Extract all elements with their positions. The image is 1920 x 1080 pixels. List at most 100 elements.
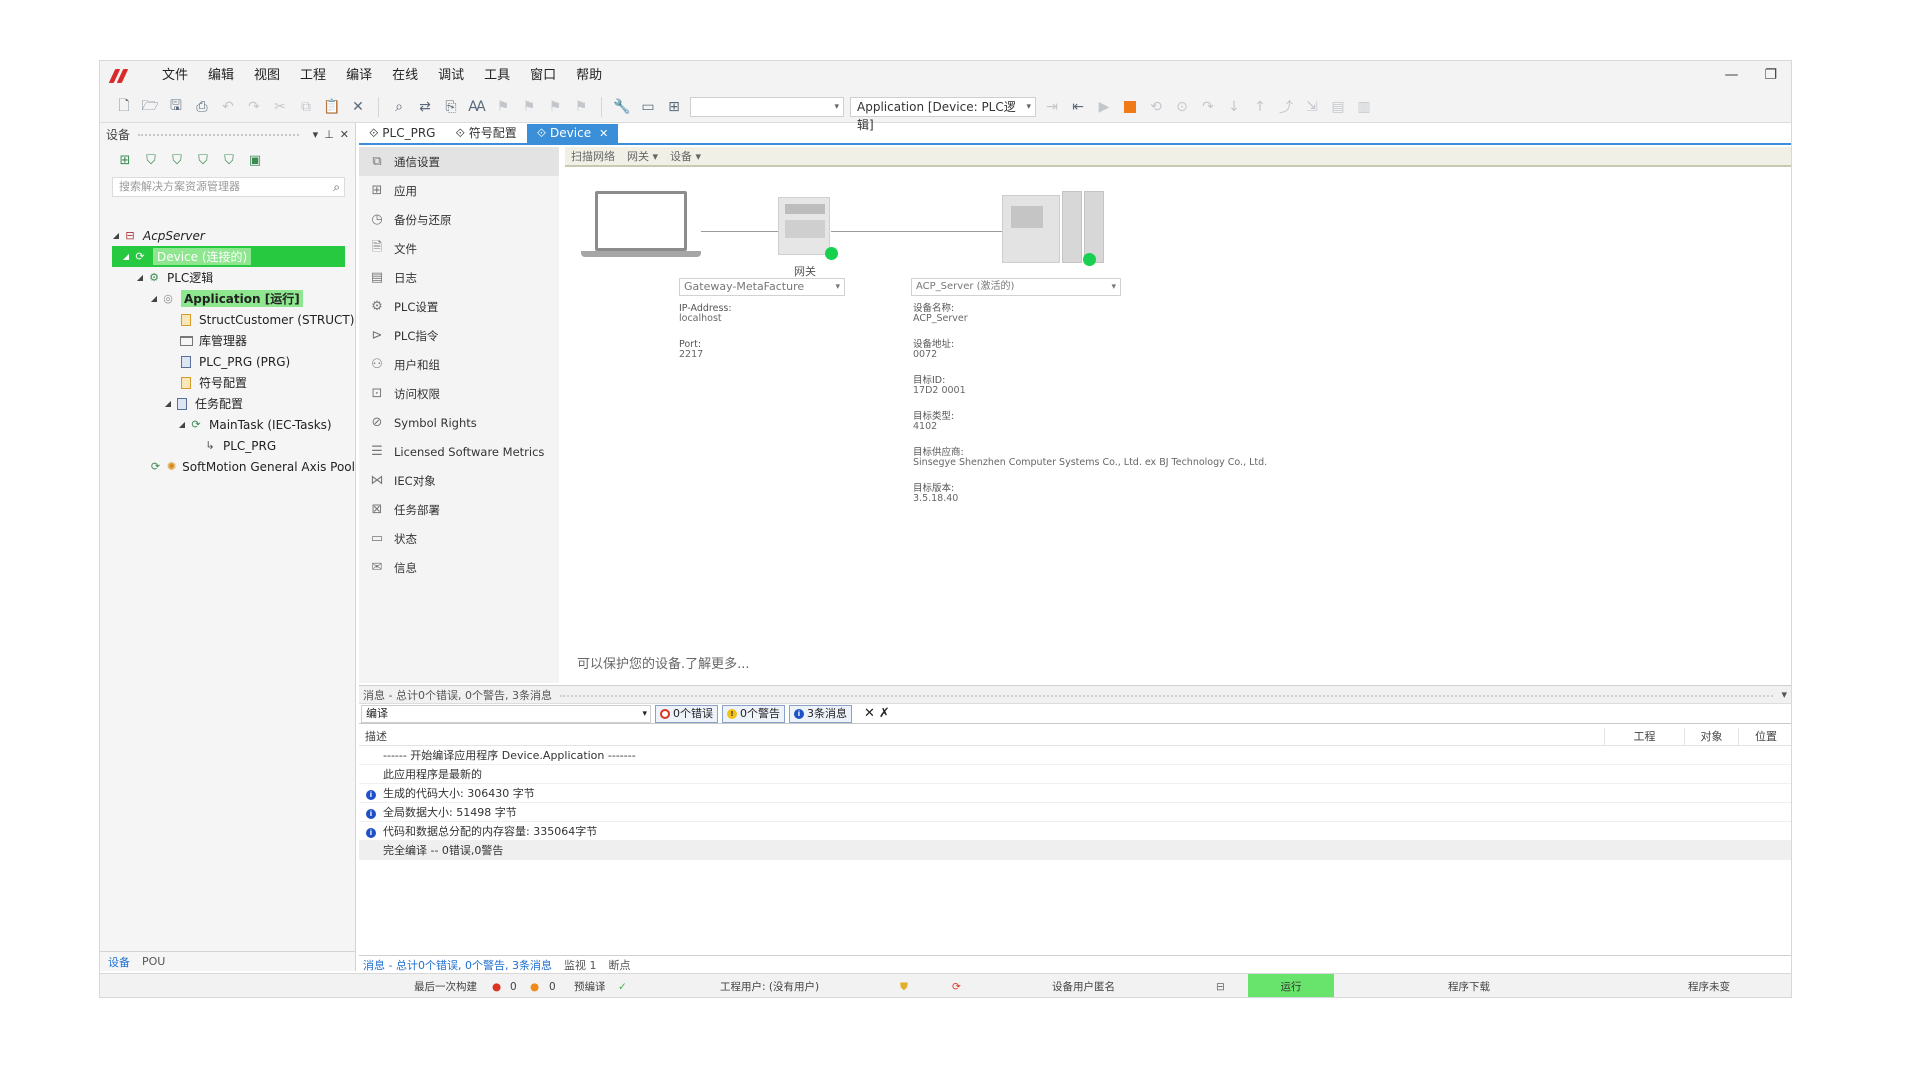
pane-menu-icon[interactable]: ▾ [1781,688,1787,701]
menu-help[interactable]: 帮助 [566,61,612,91]
filter-messages-button[interactable]: i 3条消息 [789,704,852,723]
menu-debug[interactable]: 调试 [428,61,474,91]
step-out-icon[interactable]: ↑ [1250,97,1270,117]
tab-devices[interactable]: 设备 [108,954,130,970]
delete-icon[interactable]: ✕ [348,97,368,117]
menu-file[interactable]: 文件 [152,61,198,91]
tree-node-symbol-config[interactable]: 符号配置 [100,372,355,393]
tree-node-plc-logic[interactable]: ◢ ⚙ PLC逻辑 [100,267,355,288]
filter-icon[interactable]: ⛉ [142,152,160,168]
filter-icon[interactable]: ⛉ [220,152,238,168]
column-project[interactable]: 工程 [1605,728,1685,745]
nav-information[interactable]: ✉ 信息 [359,553,559,582]
new-file-icon[interactable]: 🗋 [114,97,134,117]
tree-node-softmotion[interactable]: ⟳ ✺ SoftMotion General Axis Pool [100,456,355,477]
device-menu[interactable]: 设备 ▾ [670,148,701,164]
column-object[interactable]: 对象 [1685,728,1739,745]
bookmark-toggle-icon[interactable]: ⚑ [493,97,513,117]
window-icon[interactable]: ▭ [638,97,658,117]
nav-files[interactable]: 🗎 文件 [359,234,559,263]
reset-icon[interactable]: ⟲ [1146,97,1166,117]
step-into-icon[interactable]: ↓ [1224,97,1244,117]
nav-access-rights[interactable]: ⊡ 访问权限 [359,379,559,408]
wrench-icon[interactable]: 🔧 [612,97,632,117]
nav-iec-objects[interactable]: ⋈ IEC对象 [359,466,559,495]
bookmark-icon[interactable]: ⎘ [441,97,461,117]
view-icon[interactable]: ▣ [246,152,264,168]
gateway-menu[interactable]: 网关 ▾ [627,148,658,164]
gateway-combo[interactable]: Gateway-MetaFacture ▾ [679,278,845,296]
message-row[interactable]: 此应用程序是最新的 [359,765,1791,784]
tree-node-main-task[interactable]: ◢ ⟳ MainTask (IEC-Tasks) [100,414,355,435]
tree-node-device[interactable]: ◢ ⟳ Device (连接的) [112,246,345,267]
replace-icon[interactable]: ⇄ [415,97,435,117]
nav-license-metrics[interactable]: ☰ Licensed Software Metrics [359,437,559,466]
tab-device[interactable]: ⟐ Device ✕ [526,124,619,143]
filter-errors-button[interactable]: 0个错误 [655,704,718,723]
open-folder-icon[interactable]: 🗁 [140,97,160,117]
close-tab-icon[interactable]: ✕ [599,127,608,140]
tree-node-task-config[interactable]: ◢ 任务配置 [100,393,355,414]
pin-icon[interactable]: ⊥ [324,128,334,141]
nav-backup[interactable]: ◷ 备份与还原 [359,205,559,234]
tab-symbol-config[interactable]: ⟐ 符号配置 [445,124,526,143]
step-over-icon[interactable]: ↷ [1198,97,1218,117]
tab-breakpoints[interactable]: 断点 [608,957,630,973]
menu-online[interactable]: 在线 [382,61,428,91]
clear-all-icon[interactable]: ✗ [879,706,890,721]
minimize-icon[interactable]: — [1724,67,1738,83]
bookmark-prev-icon[interactable]: ⚑ [519,97,539,117]
menu-project[interactable]: 工程 [290,61,336,91]
message-row[interactable]: i 代码和数据总分配的内存容量: 335064字节 [359,822,1791,841]
device-combo[interactable]: ACP_Server (激活的) ▾ [911,278,1121,296]
step-return-icon[interactable]: ⤴ [1276,97,1296,117]
force-values-icon[interactable]: ▥ [1354,97,1374,117]
write-values-icon[interactable]: ▤ [1328,97,1348,117]
copy-icon[interactable]: ⧉ [296,97,316,117]
tree-search-input[interactable]: 搜索解决方案资源管理器 ⌕ [112,177,345,197]
menu-view[interactable]: 视图 [244,61,290,91]
menu-build[interactable]: 编译 [336,61,382,91]
nav-plc-shell[interactable]: ⊳ PLC指令 [359,321,559,350]
run-icon[interactable]: ▶ [1094,97,1114,117]
filter-warnings-button[interactable]: ! 0个警告 [722,704,785,723]
tree-node-struct[interactable]: StructCustomer (STRUCT) [100,309,355,330]
protect-device-link[interactable]: 可以保护您的设备.了解更多... [577,653,750,672]
message-row[interactable]: i 全局数据大小: 51498 字节 [359,803,1791,822]
chart-icon[interactable]: ⊞ [664,97,684,117]
restore-icon[interactable]: ❐ [1764,67,1777,83]
tab-messages[interactable]: 消息 - 总计0个错误, 0个警告, 3条消息 [363,957,552,973]
connection-icon[interactable]: ⟳ [952,974,961,997]
tree-node-acpserver[interactable]: ◢ ⊟ AcpServer [100,225,355,246]
tree-node-plc-prg-call[interactable]: ↳ PLC_PRG [100,435,355,456]
tree-node-plc-prg[interactable]: PLC_PRG (PRG) [100,351,355,372]
bookmark-clear-icon[interactable]: ⚑ [571,97,591,117]
cut-icon[interactable]: ✂ [270,97,290,117]
add-object-icon[interactable]: ⊞ [116,152,134,168]
bookmark-next-icon[interactable]: ⚑ [545,97,565,117]
application-combo[interactable]: Application [Device: PLC逻辑] ▾ [850,96,1036,132]
nav-users[interactable]: ⚇ 用户和组 [359,350,559,379]
filter-icon[interactable]: ⛉ [194,152,212,168]
nav-applications[interactable]: ⊞ 应用 [359,176,559,205]
nav-plc-settings[interactable]: ⚙ PLC设置 [359,292,559,321]
column-description[interactable]: 描述 [359,728,1605,745]
column-position[interactable]: 位置 [1739,728,1791,745]
message-source-select[interactable]: 编译 ▾ [361,704,651,723]
tab-watch[interactable]: 监视 1 [564,957,597,973]
save-icon[interactable]: 🖫 [166,97,186,117]
tab-plc-prg[interactable]: ⟐ PLC_PRG [359,124,445,143]
nav-task-deploy[interactable]: ⊠ 任务部署 [359,495,559,524]
menu-edit[interactable]: 编辑 [198,61,244,91]
nav-symbol-rights[interactable]: ⊘ Symbol Rights [359,408,559,437]
message-row[interactable]: i 生成的代码大小: 306430 字节 [359,784,1791,803]
set-next-icon[interactable]: ⇲ [1302,97,1322,117]
filter-icon[interactable]: ⛉ [168,152,186,168]
tree-node-application[interactable]: ◢ ◎ Application [运行] [100,288,355,309]
find-icon[interactable]: ⌕ [389,97,409,117]
panel-menu-icon[interactable]: ▾ [313,128,319,141]
login-icon[interactable]: ⇥ [1042,97,1062,117]
tab-pou[interactable]: POU [142,955,165,968]
close-icon[interactable]: ✕ [340,128,349,141]
scan-network-button[interactable]: 扫描网络 [571,148,615,164]
